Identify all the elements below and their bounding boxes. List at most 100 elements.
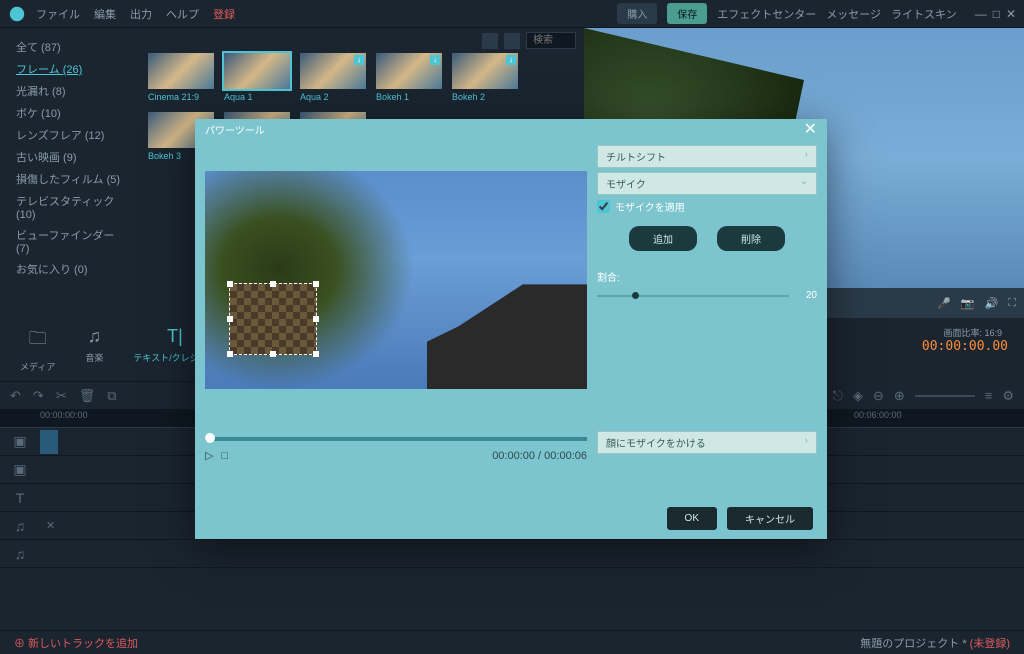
- fullscreen-icon[interactable]: ⛶: [1008, 297, 1016, 310]
- search-input[interactable]: [526, 32, 576, 49]
- sidebar-item[interactable]: 全て (87): [4, 36, 136, 58]
- statusbar: 新しいトラックを追加 無題のプロジェクト * (未登録): [0, 630, 1024, 654]
- chevron-right-icon: ›: [805, 435, 808, 450]
- close-icon[interactable]: ✕: [804, 119, 817, 139]
- ratio-slider[interactable]: [597, 295, 789, 297]
- aspect-label: 画面比率: 16:9: [922, 326, 1002, 339]
- text-icon: T|: [167, 326, 183, 347]
- minimize-icon[interactable]: —: [975, 7, 987, 21]
- dialog-titlebar[interactable]: パワーツール ✕: [195, 119, 827, 139]
- menu-output[interactable]: 出力: [130, 6, 152, 22]
- sidebar-item[interactable]: レンズフレア (12): [4, 124, 136, 146]
- zoom-slider[interactable]: [915, 395, 975, 397]
- sidebar-item[interactable]: 古い映画 (9): [4, 146, 136, 168]
- sidebar-item[interactable]: ボケ (10): [4, 102, 136, 124]
- topbar: ファイル 編集 出力 ヘルプ 登録 購入 保存 エフェクトセンター メッセージ …: [0, 0, 1024, 28]
- sidebar-item[interactable]: 光漏れ (8): [4, 80, 136, 102]
- app-logo: [8, 5, 26, 23]
- menu-edit[interactable]: 編集: [94, 6, 116, 22]
- menu-register[interactable]: 登録: [213, 6, 235, 22]
- timecode-display: 00:00:00.00: [922, 339, 1008, 354]
- tilt-shift-dropdown[interactable]: チルトシフト›: [597, 145, 817, 168]
- ratio-value: 20: [795, 290, 817, 301]
- power-tool-dialog: パワーツール ✕ ▷ □ 00:00:00 / 00:00:06 チルトシフト›…: [195, 119, 827, 539]
- playback-slider[interactable]: [205, 437, 587, 441]
- dialog-title: パワーツール: [205, 122, 265, 137]
- save-button[interactable]: 保存: [667, 3, 707, 24]
- window-controls: — □ ✕: [975, 7, 1016, 21]
- dialog-footer: OK キャンセル: [195, 507, 827, 530]
- sidebar-item[interactable]: フレーム (26): [4, 58, 136, 80]
- cut-icon[interactable]: ✂: [56, 388, 67, 404]
- playback-time: 00:00:00 / 00:00:06: [492, 450, 587, 462]
- music-icon: ♫: [88, 326, 102, 347]
- ok-button[interactable]: OK: [667, 507, 717, 530]
- sidebar-item[interactable]: ビューファインダー (7): [4, 224, 136, 258]
- volume-icon[interactable]: 🔊: [985, 297, 999, 310]
- project-name: 無題のプロジェクト * (未登録): [860, 635, 1010, 651]
- maximize-icon[interactable]: □: [993, 7, 1000, 21]
- list-icon[interactable]: ≡: [985, 388, 993, 403]
- track-icon: ♫: [0, 518, 40, 534]
- tab-music[interactable]: ♫音楽: [85, 326, 103, 373]
- play-icon[interactable]: ▷: [205, 449, 213, 462]
- buy-button[interactable]: 購入: [617, 3, 657, 24]
- cancel-button[interactable]: キャンセル: [727, 507, 813, 530]
- effects-center-link[interactable]: エフェクトセンター: [717, 6, 816, 22]
- marker-icon[interactable]: ◈: [853, 388, 863, 404]
- undo-icon[interactable]: ↶: [10, 388, 21, 404]
- mosaic-canvas[interactable]: [205, 171, 587, 389]
- zoom-out-icon[interactable]: ⊖: [873, 388, 884, 404]
- track-icon: ♫: [0, 546, 40, 562]
- split-icon[interactable]: ⎋: [833, 388, 843, 404]
- delete-button[interactable]: 削除: [717, 226, 785, 251]
- face-mosaic-dropdown[interactable]: 顔にモザイクをかける›: [597, 431, 817, 454]
- chevron-right-icon: ›: [805, 149, 808, 164]
- track-icon: ▣: [0, 433, 40, 450]
- dialog-controls: チルトシフト› モザイク⌄ モザイクを適用 追加 削除 割合: 20 顔にモザイ…: [597, 141, 817, 499]
- effect-thumb[interactable]: ↓Bokeh 1: [376, 53, 442, 102]
- dialog-preview: ▷ □ 00:00:00 / 00:00:06: [205, 141, 587, 499]
- ratio-label: 割合:: [597, 269, 817, 284]
- zoom-in-icon[interactable]: ⊕: [894, 388, 905, 404]
- download-icon[interactable]: ↓: [354, 55, 364, 65]
- add-track-button[interactable]: 新しいトラックを追加: [14, 635, 138, 651]
- track-icon: ▣: [0, 461, 40, 478]
- main-menu: ファイル 編集 出力 ヘルプ 登録: [36, 6, 235, 22]
- mosaic-dropdown[interactable]: モザイク⌄: [597, 172, 817, 195]
- list-view-icon[interactable]: [504, 33, 520, 49]
- sidebar-item[interactable]: テレビスタティック (10): [4, 190, 136, 224]
- mosaic-region[interactable]: [229, 283, 317, 355]
- stop-icon[interactable]: □: [221, 450, 228, 462]
- download-icon[interactable]: ↓: [430, 55, 440, 65]
- add-button[interactable]: 追加: [629, 226, 697, 251]
- category-sidebar: 全て (87) フレーム (26) 光漏れ (8) ボケ (10) レンズフレア…: [0, 28, 140, 318]
- download-icon[interactable]: ↓: [506, 55, 516, 65]
- delete-icon[interactable]: 🗑: [79, 388, 96, 404]
- crop-icon[interactable]: ⧉: [107, 388, 116, 404]
- tab-media[interactable]: 🗀メディア: [20, 326, 55, 373]
- effect-thumb[interactable]: Cinema 21:9: [148, 53, 214, 102]
- settings-icon[interactable]: ⚙: [1002, 388, 1014, 404]
- sidebar-item[interactable]: お気に入り (0): [4, 258, 136, 280]
- effect-thumb[interactable]: ↓Bokeh 2: [452, 53, 518, 102]
- effect-thumb[interactable]: ↓Aqua 2: [300, 53, 366, 102]
- mic-icon[interactable]: 🎤: [937, 297, 951, 310]
- grid-view-icon[interactable]: [482, 33, 498, 49]
- lightskin-link[interactable]: ライトスキン: [891, 6, 957, 22]
- clip[interactable]: [40, 430, 58, 454]
- effect-thumb[interactable]: Aqua 1: [224, 53, 290, 102]
- folder-icon: 🗀: [29, 326, 47, 356]
- close-icon[interactable]: ✕: [1006, 7, 1016, 21]
- track-icon: T: [0, 490, 40, 506]
- chevron-down-icon: ⌄: [800, 176, 808, 191]
- sidebar-item[interactable]: 損傷したフィルム (5): [4, 168, 136, 190]
- audio-track-2[interactable]: ♫: [0, 540, 1024, 568]
- apply-mosaic-checkbox[interactable]: モザイクを適用: [597, 199, 817, 214]
- message-link[interactable]: メッセージ: [826, 6, 881, 22]
- topbar-right: 購入 保存 エフェクトセンター メッセージ ライトスキン — □ ✕: [617, 3, 1016, 24]
- redo-icon[interactable]: ↷: [33, 388, 44, 404]
- menu-help[interactable]: ヘルプ: [166, 6, 199, 22]
- camera-icon[interactable]: 📷: [961, 297, 975, 310]
- menu-file[interactable]: ファイル: [36, 6, 80, 22]
